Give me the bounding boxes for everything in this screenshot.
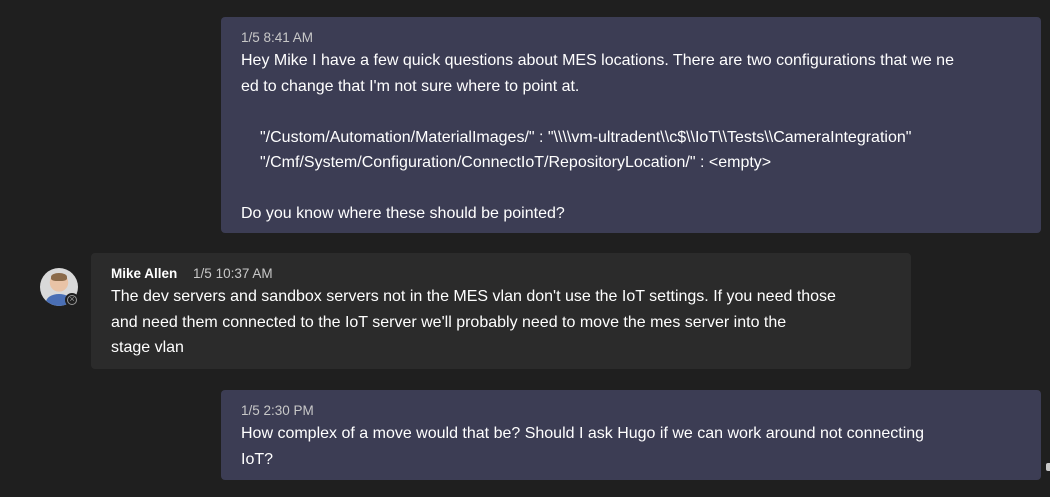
message-line: IoT? xyxy=(241,450,274,468)
message-body: How complex of a move would that be? Sho… xyxy=(241,421,1021,472)
message-line: How complex of a move would that be? Sho… xyxy=(241,425,925,442)
config-line: "/Cmf/System/Configuration/ConnectIoT/Re… xyxy=(260,154,772,171)
scroll-edge-indicator xyxy=(1046,463,1050,471)
message-line: The dev servers and sandbox servers not … xyxy=(111,288,836,305)
message-body: Hey Mike I have a few quick questions ab… xyxy=(241,48,1021,227)
message-line: ed to change that I'm not sure where to … xyxy=(241,77,580,95)
own-message-1[interactable]: 1/5 8:41 AM Hey Mike I have a few quick … xyxy=(221,17,1041,233)
message-line: Do you know where these should be pointe… xyxy=(241,205,565,222)
message-timestamp: 1/5 8:41 AM xyxy=(241,30,314,45)
avatar-hair xyxy=(51,273,67,281)
own-message-2[interactable]: 1/5 2:30 PM How complex of a move would … xyxy=(221,390,1041,480)
message-header: Mike Allen 1/5 10:37 AM xyxy=(111,264,891,284)
offline-status-icon xyxy=(65,293,79,307)
message-author[interactable]: Mike Allen xyxy=(111,266,177,281)
other-message[interactable]: Mike Allen 1/5 10:37 AM The dev servers … xyxy=(91,253,911,369)
chat-thread: 1/5 8:41 AM Hey Mike I have a few quick … xyxy=(0,0,1050,497)
message-timestamp: 1/5 10:37 AM xyxy=(193,266,273,281)
message-line: and need them connected to the IoT serve… xyxy=(111,313,787,331)
message-body: The dev servers and sandbox servers not … xyxy=(111,284,891,361)
message-line: Hey Mike I have a few quick questions ab… xyxy=(241,52,954,69)
message-timestamp: 1/5 2:30 PM xyxy=(241,403,314,418)
config-line: "/Custom/Automation/MaterialImages/" : "… xyxy=(260,128,912,146)
message-line: stage vlan xyxy=(111,339,184,356)
